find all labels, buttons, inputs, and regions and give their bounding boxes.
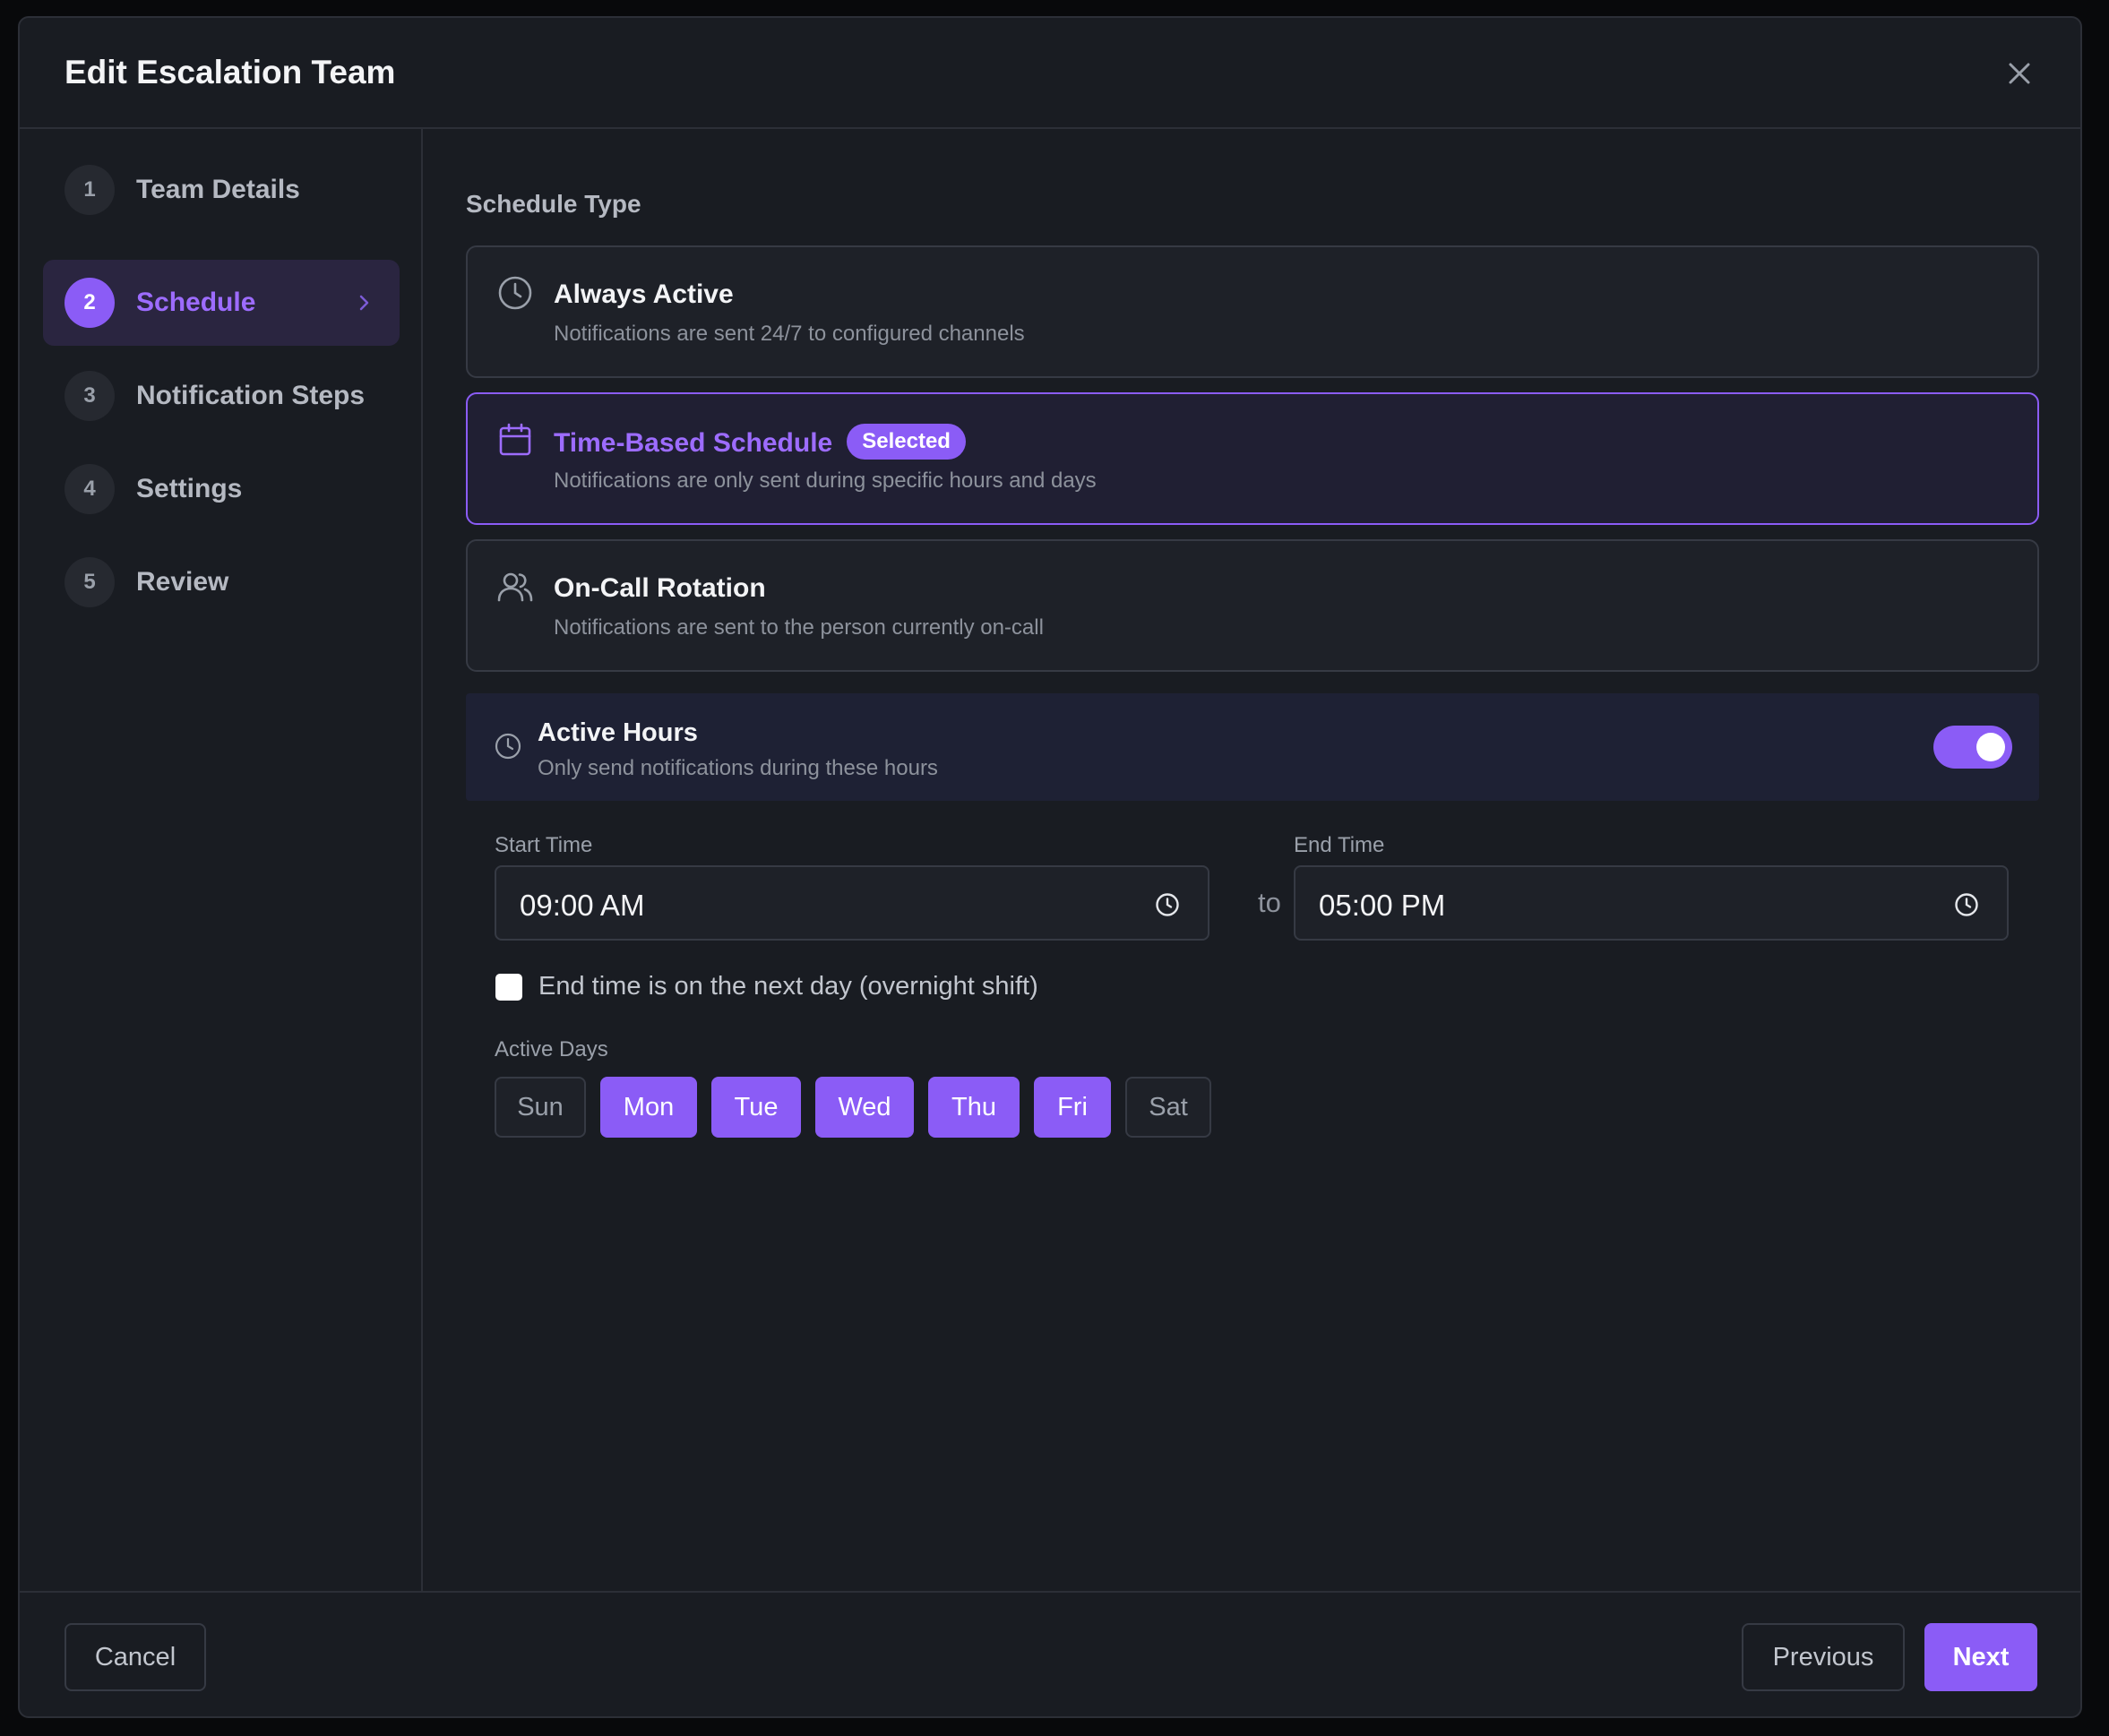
day-tue-button[interactable]: Tue bbox=[711, 1077, 801, 1138]
option-name: Always Active bbox=[554, 279, 734, 309]
end-time-value: 05:00 PM bbox=[1319, 889, 1446, 922]
edit-escalation-team-dialog: Edit Escalation Team 1 Team Details 2 Sc… bbox=[18, 16, 2082, 1718]
selected-badge: Selected bbox=[847, 424, 966, 460]
step-number: 3 bbox=[65, 371, 115, 421]
cancel-button[interactable]: Cancel bbox=[65, 1623, 206, 1691]
start-time-input[interactable]: 09:00 AM bbox=[495, 865, 1209, 941]
day-wed-button[interactable]: Wed bbox=[815, 1077, 914, 1138]
step-label: Notification Steps bbox=[136, 381, 366, 410]
day-mon-button[interactable]: Mon bbox=[600, 1077, 697, 1138]
dialog-header: Edit Escalation Team bbox=[20, 18, 2080, 129]
next-button[interactable]: Next bbox=[1924, 1623, 2037, 1691]
step-schedule[interactable]: 2 Schedule bbox=[43, 260, 400, 346]
time-separator: to bbox=[1258, 887, 1281, 918]
day-thu-button[interactable]: Thu bbox=[928, 1077, 1020, 1138]
end-time-input[interactable]: 05:00 PM bbox=[1294, 865, 2009, 941]
step-label: Settings bbox=[136, 474, 243, 503]
clock-icon bbox=[495, 733, 521, 760]
schedule-type-heading: Schedule Type bbox=[466, 190, 641, 218]
option-description: Notifications are sent to the person cur… bbox=[554, 615, 1044, 640]
clock-icon[interactable] bbox=[1154, 891, 1181, 918]
clock-icon[interactable] bbox=[1953, 891, 1980, 918]
step-number: 5 bbox=[65, 557, 115, 607]
end-time-label: End Time bbox=[1294, 833, 1385, 857]
step-number: 2 bbox=[65, 278, 115, 328]
dialog-footer: Cancel Previous Next bbox=[20, 1591, 2080, 1716]
step-review[interactable]: 5 Review bbox=[43, 539, 400, 625]
day-sat-button[interactable]: Sat bbox=[1125, 1077, 1211, 1138]
active-hours-title: Active Hours bbox=[538, 718, 698, 747]
option-name: Time-Based Schedule Selected bbox=[554, 424, 966, 462]
wizard-steps-sidebar: 1 Team Details 2 Schedule 3 Notification… bbox=[20, 129, 423, 1591]
clock-icon bbox=[498, 276, 532, 310]
calendar-icon bbox=[499, 423, 531, 456]
option-name: On-Call Rotation bbox=[554, 573, 766, 603]
schedule-panel: Schedule Type Always Active Notification… bbox=[423, 129, 2080, 1591]
start-time-value: 09:00 AM bbox=[520, 889, 645, 922]
day-fri-button[interactable]: Fri bbox=[1034, 1077, 1111, 1138]
step-label: Team Details bbox=[136, 175, 300, 204]
overnight-shift-checkbox[interactable] bbox=[495, 974, 522, 1001]
close-icon bbox=[2009, 63, 2030, 84]
option-description: Notifications are sent 24/7 to configure… bbox=[554, 322, 1025, 346]
step-label: Schedule bbox=[136, 288, 256, 317]
dialog-title: Edit Escalation Team bbox=[65, 54, 396, 90]
overnight-shift-label[interactable]: End time is on the next day (overnight s… bbox=[538, 972, 1038, 1001]
option-description: Notifications are only sent during speci… bbox=[554, 468, 1097, 493]
option-always-active[interactable]: Always Active Notifications are sent 24/… bbox=[466, 245, 2039, 378]
day-sun-button[interactable]: Sun bbox=[495, 1077, 586, 1138]
active-hours-description: Only send notifications during these hou… bbox=[538, 756, 938, 780]
step-team-details[interactable]: 1 Team Details bbox=[43, 147, 400, 233]
active-hours-toggle[interactable] bbox=[1933, 726, 2012, 769]
users-icon bbox=[497, 572, 533, 602]
option-on-call-rotation[interactable]: On-Call Rotation Notifications are sent … bbox=[466, 539, 2039, 672]
close-button[interactable] bbox=[2001, 56, 2037, 91]
chevron-right-icon bbox=[359, 295, 369, 311]
step-label: Review bbox=[136, 567, 229, 597]
active-hours-row: Active Hours Only send notifications dur… bbox=[466, 693, 2039, 801]
toggle-knob bbox=[1976, 733, 2005, 761]
start-time-label: Start Time bbox=[495, 833, 593, 857]
previous-button[interactable]: Previous bbox=[1742, 1623, 1905, 1691]
option-name-text: Time-Based Schedule bbox=[554, 427, 833, 458]
step-number: 4 bbox=[65, 464, 115, 514]
step-settings[interactable]: 4 Settings bbox=[43, 446, 400, 532]
option-time-based-schedule[interactable]: Time-Based Schedule Selected Notification… bbox=[466, 392, 2039, 525]
step-notification-steps[interactable]: 3 Notification Steps bbox=[43, 353, 400, 439]
step-number: 1 bbox=[65, 165, 115, 215]
active-days-label: Active Days bbox=[495, 1037, 608, 1061]
